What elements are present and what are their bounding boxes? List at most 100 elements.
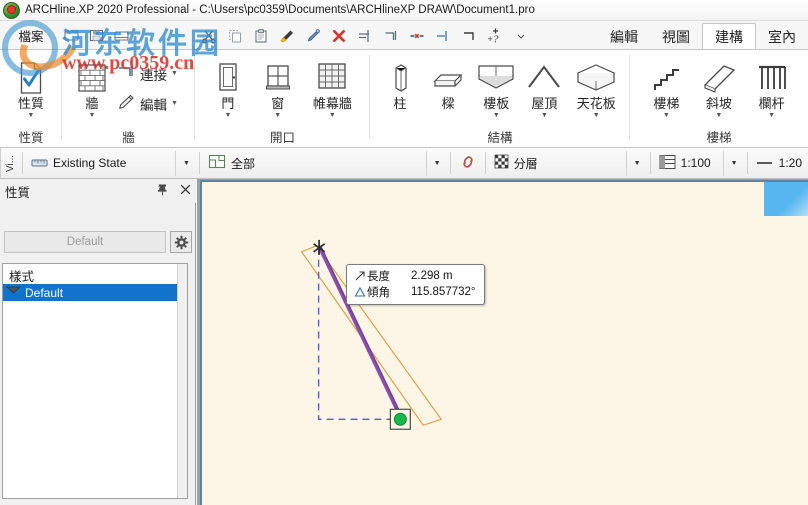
wall-button-label: 牆 [85,97,98,111]
style-combo-row: Default [4,231,192,253]
state-dropdown-arrow[interactable]: ▼ [175,151,197,176]
properties-button[interactable]: 性質 ▼ [5,54,57,119]
properties-panel-header: 性質 [0,179,196,203]
style-combo[interactable]: Default [4,231,166,253]
file-menu-tab[interactable]: 檔案 [4,23,58,48]
line-scale-selector[interactable]: 1:20 [750,151,808,176]
chevron-down-icon[interactable]: ▼ [89,112,96,119]
wall-button[interactable]: 牆 ▼ [68,54,116,119]
angle-icon [352,286,367,298]
chevron-down-icon[interactable]: ▼ [171,100,178,107]
style-list[interactable]: 樣式 Default [2,263,188,499]
paste-button[interactable] [248,23,273,48]
ribbon-group-wall-label: 牆 [62,127,195,146]
chevron-down-icon[interactable]: ▼ [541,112,548,119]
save-button[interactable] [85,24,108,48]
chevron-down-icon[interactable]: ▼ [171,70,178,77]
end-node-green [390,409,410,429]
chevron-down-icon[interactable]: ▼ [329,112,336,119]
window-button[interactable]: 窗 ▼ [253,54,303,119]
canvas-corner-highlight [764,182,808,216]
close-icon[interactable] [178,182,192,197]
wall-connect-label: 連接 [140,64,167,84]
window-title: ARCHline.XP 2020 Professional - C:\Users… [25,4,535,16]
ramp-button[interactable]: 斜坡 ▼ [693,54,745,119]
tab-edit[interactable]: 編輯 [598,24,650,50]
application-window: ARCHline.XP 2020 Professional - C:\Users… [0,0,808,505]
stairs-button-label: 樓梯 [653,97,679,111]
slab-icon [476,57,516,95]
open-button[interactable] [110,24,133,48]
state-value: Existing State [53,156,126,170]
chevron-down-icon[interactable]: ▼ [593,112,600,119]
filter-selector[interactable]: 全部 [202,151,282,176]
stairs-button[interactable]: 樓梯 ▼ [640,54,692,119]
tooltip-length-label: 長度 [367,268,405,284]
layer-selector[interactable]: 分層 [488,151,566,176]
canvas-graphics [202,182,808,505]
chevron-down-icon[interactable]: ▼ [274,112,281,119]
drawing-area[interactable]: 長度 2.298 m 傾角 115.857732° [197,179,808,505]
link-button[interactable] [453,151,483,176]
railing-button[interactable]: 欄杆 ▼ [746,54,798,119]
erase-segment-button[interactable] [404,23,429,48]
title-bar: ARCHline.XP 2020 Professional - C:\Users… [0,0,808,21]
beam-icon [431,57,465,95]
canvas[interactable]: 長度 2.298 m 傾角 115.857732° [202,182,808,505]
trim-button[interactable] [352,23,377,48]
filter-dropdown-arrow[interactable]: ▼ [426,151,448,176]
roof-button[interactable]: 屋頂 ▼ [520,54,568,119]
chevron-down-icon[interactable]: ▼ [768,112,775,119]
beam-button-label: 樑 [442,97,455,111]
railing-button-label: 欄杆 [759,97,785,111]
style-list-scrollbar[interactable] [177,264,187,498]
slab-button[interactable]: 樓板 ▼ [472,54,520,119]
chevron-down-icon[interactable]: ▼ [224,112,231,119]
copy-button[interactable] [222,23,247,48]
delete-button[interactable] [326,23,351,48]
gear-icon[interactable] [170,231,192,253]
tooltip-row-length: 長度 2.298 m [352,268,476,284]
state-selector[interactable]: Existing State [25,151,175,176]
format-painter-button[interactable] [274,23,299,48]
slab-button-label: 樓板 [483,97,509,111]
curtain-wall-button[interactable]: 帷幕牆 ▼ [303,54,362,119]
ribbon-group-opening: 門 ▼ 窗 ▼ [195,50,370,148]
scale-dropdown-arrow[interactable]: ▼ [723,151,745,176]
corner-button[interactable] [456,23,481,48]
list-item[interactable]: Default [3,284,187,301]
layer-dropdown-arrow[interactable]: ▼ [626,151,648,176]
eyedropper-button[interactable] [300,23,325,48]
railing-icon [755,57,789,95]
window-icon [262,57,294,95]
help-button[interactable]: + ? [482,23,507,48]
checklist-properties-icon [16,57,46,95]
extend-button[interactable] [378,23,403,48]
column-button[interactable]: 柱 [376,54,424,119]
chevron-down-icon[interactable]: ▼ [716,112,723,119]
chevron-down-icon[interactable]: ▼ [663,112,670,119]
tooltip-angle-label: 傾角 [367,284,405,300]
quick-access-toolbar [60,22,133,49]
edit-tool-strip: + ? [196,22,533,49]
new-document-button[interactable] [60,24,83,48]
properties-panel-title: 性質 [5,182,30,201]
floorplan-icon [208,154,226,172]
scale-value: 1:100 [681,156,711,170]
beam-button[interactable]: 樑 [424,54,472,119]
door-button[interactable]: 門 ▼ [203,54,253,119]
tab-view[interactable]: 視圖 [650,24,702,50]
pin-icon[interactable] [155,182,169,197]
ceiling-button[interactable]: 天花板 ▼ [569,54,625,119]
chevron-down-icon[interactable]: ▼ [493,112,500,119]
ramp-button-label: 斜坡 [706,97,732,111]
tab-construction[interactable]: 建構 [702,23,756,50]
cut-button[interactable] [196,23,221,48]
chevron-down-icon[interactable]: ▼ [28,112,35,119]
wall-connect-button[interactable]: 連接 ▼ [116,59,178,89]
scale-selector[interactable]: 1:100 [653,151,723,176]
divide-button[interactable] [430,23,455,48]
wall-edit-button[interactable]: 編輯 ▼ [116,89,178,119]
more-tools-button[interactable] [508,23,533,48]
tab-interior[interactable]: 室內 [756,24,808,50]
